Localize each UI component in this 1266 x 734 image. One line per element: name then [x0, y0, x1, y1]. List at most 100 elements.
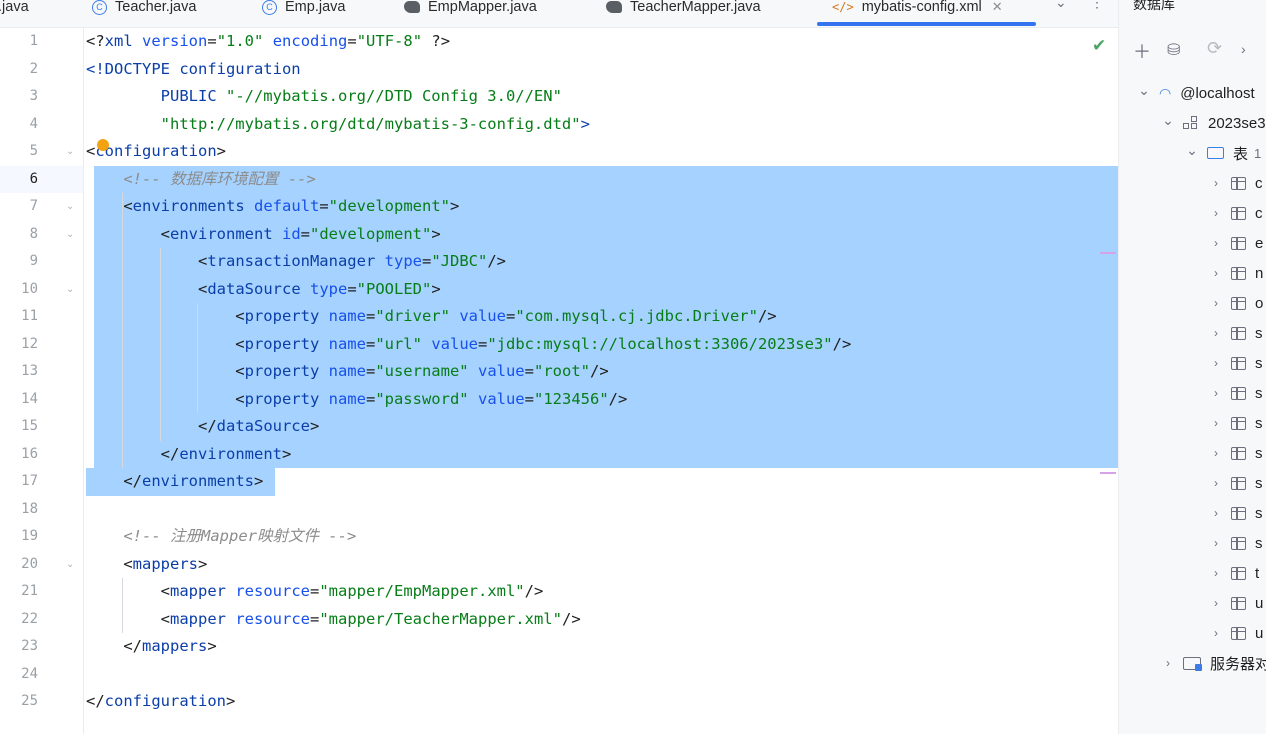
- code-line[interactable]: <mapper resource="mapper/EmpMapper.xml"/…: [86, 578, 544, 606]
- chevron-right-icon[interactable]: ›: [1209, 566, 1223, 580]
- code-line[interactable]: <transactionManager type="JDBC"/>: [86, 248, 506, 276]
- code-token: <: [86, 582, 170, 600]
- table-icon: [1231, 626, 1246, 640]
- code-line[interactable]: <?xml version="1.0" encoding="UTF-8" ?>: [86, 28, 450, 56]
- code-line[interactable]: <environments default="development">: [86, 193, 459, 221]
- code-line[interactable]: <mappers>: [86, 551, 207, 579]
- tree-node-table[interactable]: › s: [1209, 348, 1263, 378]
- tree-node-table[interactable]: › c: [1209, 168, 1263, 198]
- tab-empmapper-java[interactable]: EmpMapper.java: [404, 0, 537, 22]
- code-token: <: [86, 252, 208, 270]
- mybatis-icon: [606, 1, 622, 13]
- chevron-right-icon[interactable]: ›: [1241, 41, 1246, 57]
- chevron-right-icon[interactable]: ›: [1209, 536, 1223, 550]
- fold-chevron-icon[interactable]: ⌄: [66, 276, 74, 304]
- tab-teachermapper-java[interactable]: TeacherMapper.java: [606, 0, 761, 22]
- fold-chevron-icon[interactable]: ⌄: [66, 138, 74, 166]
- code-line[interactable]: <!-- 注册Mapper映射文件 -->: [86, 523, 356, 551]
- fold-chevron-icon[interactable]: ⌄: [66, 193, 74, 221]
- code-line[interactable]: <property name="url" value="jdbc:mysql:/…: [86, 331, 851, 359]
- code-token: value: [477, 389, 525, 408]
- tab-emp-java[interactable]: C Emp.java: [262, 0, 345, 22]
- tab-t-java[interactable]: t.java: [0, 0, 29, 22]
- code-line[interactable]: <property name="driver" value="com.mysql…: [86, 303, 776, 331]
- code-token: <!-- 数据库环境配置 -->: [86, 169, 316, 188]
- tree-node-table[interactable]: › s: [1209, 498, 1263, 528]
- tab-mybatis-config-xml[interactable]: </> mybatis-config.xml ✕: [832, 0, 1003, 22]
- tree-node-table[interactable]: › t: [1209, 558, 1259, 588]
- code-line[interactable]: </dataSource>: [86, 413, 319, 441]
- chevron-down-icon[interactable]: ⌄: [1055, 0, 1067, 11]
- chevron-right-icon[interactable]: ›: [1209, 326, 1223, 340]
- datasource-properties-icon[interactable]: ⛁: [1167, 40, 1180, 60]
- tree-node-table[interactable]: › s: [1209, 408, 1263, 438]
- close-icon[interactable]: ✕: [992, 0, 1003, 15]
- code-token: default: [254, 197, 320, 215]
- tab-teacher-java[interactable]: C Teacher.java: [92, 0, 196, 22]
- chevron-down-icon[interactable]: ⌄: [1161, 112, 1175, 129]
- chevron-right-icon[interactable]: ›: [1209, 386, 1223, 400]
- code-token: >: [431, 224, 441, 243]
- chevron-right-icon[interactable]: ›: [1209, 266, 1223, 280]
- refresh-icon[interactable]: ⟳: [1207, 38, 1222, 59]
- chevron-down-icon[interactable]: ⌄: [1185, 142, 1199, 159]
- chevron-down-icon[interactable]: ⌄: [1137, 82, 1151, 99]
- chevron-right-icon[interactable]: ›: [1209, 446, 1223, 460]
- chevron-right-icon[interactable]: ›: [1161, 656, 1175, 670]
- code-line[interactable]: <environment id="development">: [86, 221, 441, 249]
- line-number: 8: [29, 225, 38, 242]
- code-token: =: [365, 362, 376, 380]
- fold-chevron-icon[interactable]: ⌄: [66, 221, 74, 249]
- chevron-right-icon[interactable]: ›: [1209, 476, 1223, 490]
- chevron-right-icon[interactable]: ›: [1209, 356, 1223, 370]
- code-editor[interactable]: 1 2 3 4 5 ⌄ 6 7 ⌄ 8 ⌄ 9 10 ⌄ 11 12 13 14 15 16 17 18 19 20 ⌄ 21 22…: [0, 28, 1118, 734]
- add-icon[interactable]: ＋: [1133, 38, 1151, 64]
- chevron-right-icon[interactable]: ›: [1209, 236, 1223, 250]
- lightbulb-icon[interactable]: [97, 139, 109, 151]
- tree-node-mysql[interactable]: ⌄ ◠ @localhost: [1137, 78, 1255, 108]
- tree-node-table[interactable]: › s: [1209, 438, 1263, 468]
- code-line[interactable]: </configuration>: [86, 688, 235, 716]
- tree-node-table[interactable]: › s: [1209, 528, 1263, 558]
- code-line[interactable]: </environments>: [86, 468, 263, 496]
- code-line[interactable]: <mapper resource="mapper/TeacherMapper.x…: [86, 606, 581, 634]
- chevron-right-icon[interactable]: ›: [1209, 206, 1223, 220]
- tree-node-table[interactable]: › u: [1209, 618, 1263, 648]
- tree-node-server-objects[interactable]: › 服务器对: [1161, 648, 1266, 678]
- code-line[interactable]: <property name="password" value="123456"…: [86, 386, 627, 414]
- line-number: 22: [21, 610, 38, 627]
- tree-node-table[interactable]: › n: [1209, 258, 1263, 288]
- tree-node-table[interactable]: › c: [1209, 198, 1263, 228]
- tree-node-table[interactable]: › s: [1209, 378, 1263, 408]
- tree-node-folder[interactable]: ⌄ 表 1: [1185, 138, 1261, 168]
- code-line[interactable]: </mappers>: [86, 633, 216, 661]
- chevron-right-icon[interactable]: ›: [1209, 506, 1223, 520]
- chevron-right-icon[interactable]: ›: [1209, 626, 1223, 640]
- chevron-right-icon[interactable]: ›: [1209, 416, 1223, 430]
- chevron-right-icon[interactable]: ›: [1209, 176, 1223, 190]
- code-line[interactable]: </environment>: [86, 441, 292, 469]
- tree-node-schema[interactable]: ⌄ 2023se3: [1161, 108, 1265, 138]
- tab-label: Teacher.java: [115, 0, 197, 15]
- code-line[interactable]: <property name="username" value="root"/>: [86, 358, 608, 386]
- code-line[interactable]: <!DOCTYPE configuration: [86, 56, 301, 84]
- code-token: "UTF-8": [356, 32, 423, 50]
- tree-node-table[interactable]: › s: [1209, 468, 1263, 498]
- code-line[interactable]: <!-- 数据库环境配置 -->: [86, 166, 316, 194]
- code-token: "driver": [375, 307, 450, 325]
- code-line[interactable]: <dataSource type="POOLED">: [86, 276, 441, 304]
- code-line[interactable]: PUBLIC "-//mybatis.org//DTD Config 3.0//…: [86, 83, 562, 111]
- fold-chevron-icon[interactable]: ⌄: [66, 551, 74, 579]
- tree-node-table[interactable]: › o: [1209, 288, 1263, 318]
- tree-node-table[interactable]: › u: [1209, 588, 1263, 618]
- chevron-right-icon[interactable]: ›: [1209, 296, 1223, 310]
- chevron-right-icon[interactable]: ›: [1209, 596, 1223, 610]
- table-icon: [1231, 476, 1246, 490]
- tree-node-table[interactable]: › s: [1209, 318, 1263, 348]
- tree-node-table[interactable]: › e: [1209, 228, 1263, 258]
- table-icon: [1231, 506, 1246, 520]
- code-line[interactable]: "http://mybatis.org/dtd/mybatis-3-config…: [86, 111, 590, 139]
- more-options-icon[interactable]: ⋮: [1090, 0, 1104, 11]
